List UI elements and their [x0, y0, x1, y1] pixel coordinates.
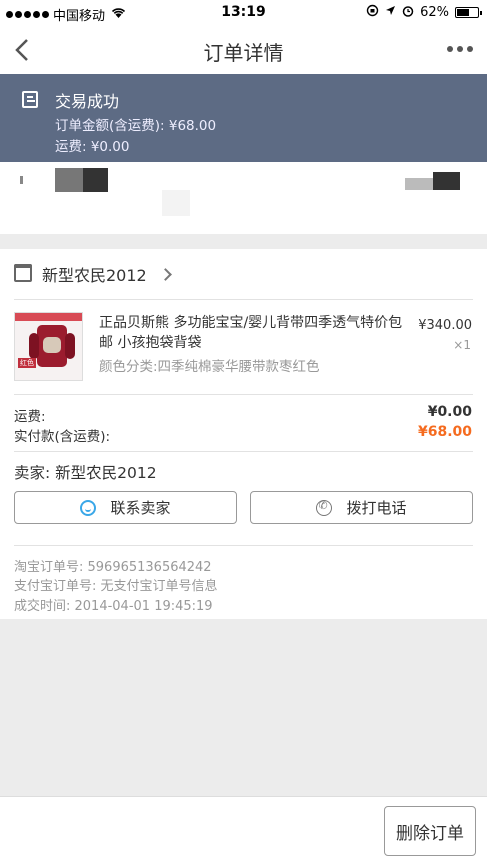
rotation-lock-icon: [366, 4, 379, 21]
shipping-address-card[interactable]: [0, 162, 487, 234]
order-status: 交易成功: [55, 92, 120, 111]
shipping-value: ¥0.00: [427, 404, 472, 420]
call-button-label: 拨打电话: [346, 499, 407, 517]
more-menu-button[interactable]: [447, 46, 473, 52]
product-thumbnail[interactable]: 红色: [14, 312, 83, 381]
receipt-icon: [22, 91, 38, 108]
seller-label: 卖家: 新型农民2012: [14, 464, 157, 482]
thumb-carrier-shape: [43, 337, 61, 353]
more-dot-icon: [467, 46, 473, 52]
divider: [14, 545, 473, 546]
battery-percent: 62%: [420, 5, 449, 20]
order-amount: 订单金额(含运费): ¥68.00: [55, 118, 217, 134]
redacted-block: [405, 178, 433, 190]
divider: [14, 451, 473, 452]
location-icon: [385, 5, 396, 20]
divider: [14, 394, 473, 395]
paid-label: 实付款(含运费):: [14, 429, 111, 445]
thumb-color-tag: 红色: [18, 358, 36, 368]
redacted-block: [433, 172, 460, 190]
redacted-block: [20, 176, 23, 184]
contact-seller-button[interactable]: 联系卖家: [14, 491, 237, 524]
redacted-block: [55, 168, 83, 192]
contact-seller-label: 联系卖家: [110, 499, 171, 517]
phone-icon: [316, 499, 333, 516]
product-title[interactable]: 正品贝斯熊 多功能宝宝/婴儿背带四季透气特价包邮 小孩抱袋背袋: [99, 313, 409, 353]
bottom-action-bar: 删除订单: [0, 796, 487, 867]
product-sku: 颜色分类:四季纯棉豪华腰带款枣红色: [99, 359, 320, 375]
delete-order-button[interactable]: 删除订单: [384, 806, 476, 856]
status-icons: 62%: [366, 4, 482, 21]
redacted-block: [162, 190, 190, 216]
deal-time: 成交时间: 2014-04-01 19:45:19: [14, 599, 213, 614]
call-button[interactable]: 拨打电话: [250, 491, 473, 524]
thumb-carrier-shape: [29, 333, 39, 359]
taobao-order-number: 淘宝订单号: 596965136564242: [14, 560, 212, 575]
nav-bar: 订单详情: [0, 26, 487, 74]
more-dot-icon: [457, 46, 463, 52]
divider: [14, 299, 473, 300]
shop-header[interactable]: 新型农民2012: [14, 262, 172, 286]
alipay-order-number: 支付宝订单号: 无支付宝订单号信息: [14, 579, 218, 594]
shipping-label: 运费:: [14, 409, 46, 425]
order-status-banner: 交易成功 订单金额(含运费): ¥68.00 运费: ¥0.00: [0, 74, 487, 162]
thumb-carrier-shape: [65, 333, 75, 359]
redacted-block: [83, 168, 108, 192]
chat-icon: [80, 499, 97, 516]
order-card: 新型农民2012 红色 正品贝斯熊 多功能宝宝/婴儿背带四季透气特价包邮 小孩抱…: [0, 249, 487, 619]
thumb-banner: [15, 313, 82, 321]
shop-name: 新型农民2012: [42, 266, 147, 285]
paid-value: ¥68.00: [417, 424, 472, 440]
battery-icon: [455, 7, 482, 18]
product-price: ¥340.00: [418, 318, 472, 333]
more-dot-icon: [447, 46, 453, 52]
battery-level: [457, 9, 470, 16]
product-quantity: ×1: [453, 338, 471, 352]
chevron-right-icon: [158, 267, 172, 281]
alarm-icon: [402, 5, 414, 21]
shipping-fee: 运费: ¥0.00: [55, 139, 130, 155]
status-bar: 中国移动 13:19 62%: [0, 0, 487, 26]
page-title: 订单详情: [203, 41, 284, 65]
store-icon: [14, 264, 32, 282]
